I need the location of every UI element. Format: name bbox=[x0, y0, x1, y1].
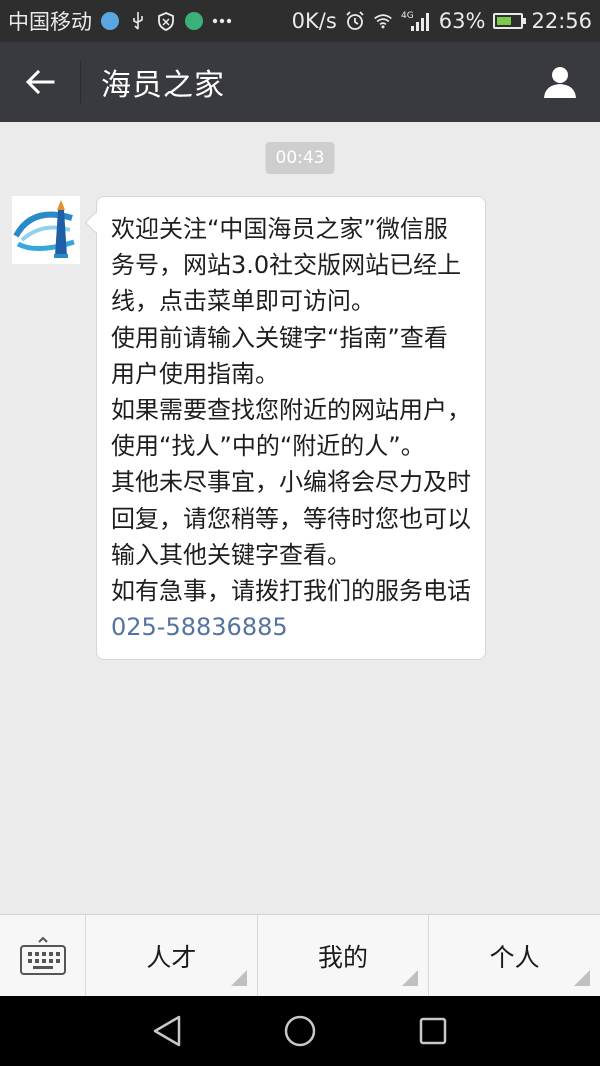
submenu-indicator-icon bbox=[230, 970, 247, 986]
submenu-indicator-icon bbox=[574, 970, 591, 986]
menu-item-label: 我的 bbox=[318, 942, 369, 972]
menu-item-geren[interactable]: 个人 bbox=[429, 915, 600, 996]
submenu-indicator-icon bbox=[402, 970, 419, 986]
seafarer-logo-icon bbox=[12, 196, 80, 264]
app-notification-icon bbox=[100, 11, 120, 31]
system-navigation-bar bbox=[0, 996, 600, 1066]
clock: 22:56 bbox=[531, 9, 592, 33]
globe-app-icon bbox=[184, 11, 204, 31]
avatar[interactable] bbox=[12, 196, 80, 264]
wifi-icon bbox=[373, 11, 393, 31]
nav-back-button[interactable] bbox=[137, 1001, 197, 1061]
contact-prefix: 如有急事，请拨打我们的服务电话 bbox=[111, 577, 471, 606]
message-paragraph: 使用前请输入关键字“指南”查看用户使用指南。 bbox=[111, 323, 448, 388]
page-title: 海员之家 bbox=[101, 68, 225, 103]
shield-icon bbox=[156, 11, 176, 31]
message-paragraph: 如果需要查找您附近的网站用户，使用“找人”中的“附近的人”。 bbox=[111, 396, 471, 461]
account-profile-button[interactable] bbox=[520, 42, 600, 122]
square-recents-icon bbox=[420, 1017, 447, 1045]
battery-percent: 63% bbox=[438, 9, 486, 33]
network-type-label: 4G bbox=[401, 11, 414, 21]
message-paragraph: 其他未尽事宜，小编将会尽力及时回复，请您稍等，等待时您也可以输入其他关键字查看。 bbox=[111, 468, 471, 569]
nav-recents-button[interactable] bbox=[403, 1001, 463, 1061]
menu-item-label: 人才 bbox=[146, 942, 197, 972]
battery-icon bbox=[493, 13, 527, 29]
menu-item-rencai[interactable]: 人才 bbox=[86, 915, 258, 996]
message-bubble: 欢迎关注“中国海员之家”微信服务号，网站3.0社交版网站已经上线，点击菜单即可访… bbox=[96, 196, 486, 661]
network-speed: 0K/s bbox=[291, 9, 337, 33]
keyboard-icon bbox=[19, 936, 66, 975]
more-notifications-icon bbox=[212, 11, 232, 31]
phone-number-link[interactable]: 025-58836885 bbox=[111, 613, 288, 641]
person-icon bbox=[544, 67, 576, 98]
header-bar: 海员之家 bbox=[0, 42, 600, 122]
carrier-label: 中国移动 bbox=[8, 10, 92, 34]
alarm-icon bbox=[345, 11, 365, 31]
nav-home-button[interactable] bbox=[270, 1001, 330, 1061]
status-bar: 中国移动 0K/s 4G 63% 22:56 bbox=[0, 0, 600, 42]
usb-icon bbox=[128, 11, 148, 31]
custom-menu-bar: 人才 我的 个人 bbox=[0, 914, 600, 996]
chat-area: 00:43 欢迎关注“中国海员之家”微信服务号，网站3.0社交版网站已经上线，点… bbox=[0, 122, 600, 914]
circle-home-icon bbox=[284, 1015, 316, 1047]
message-timestamp: 00:43 bbox=[265, 142, 335, 174]
message-paragraph: 欢迎关注“中国海员之家”微信服务号，网站3.0社交版网站已经上线，点击菜单即可访… bbox=[111, 215, 462, 316]
menu-item-label: 个人 bbox=[489, 942, 540, 972]
back-arrow-icon bbox=[25, 69, 55, 95]
triangle-back-icon bbox=[153, 1015, 180, 1047]
menu-item-wode[interactable]: 我的 bbox=[258, 915, 430, 996]
keyboard-toggle-button[interactable] bbox=[0, 915, 86, 996]
back-button[interactable] bbox=[0, 42, 80, 122]
cellular-signal-icon: 4G bbox=[401, 11, 431, 31]
header-divider bbox=[80, 61, 81, 103]
message-paragraph-contact: 如有急事，请拨打我们的服务电话 025-58836885 bbox=[111, 573, 471, 645]
